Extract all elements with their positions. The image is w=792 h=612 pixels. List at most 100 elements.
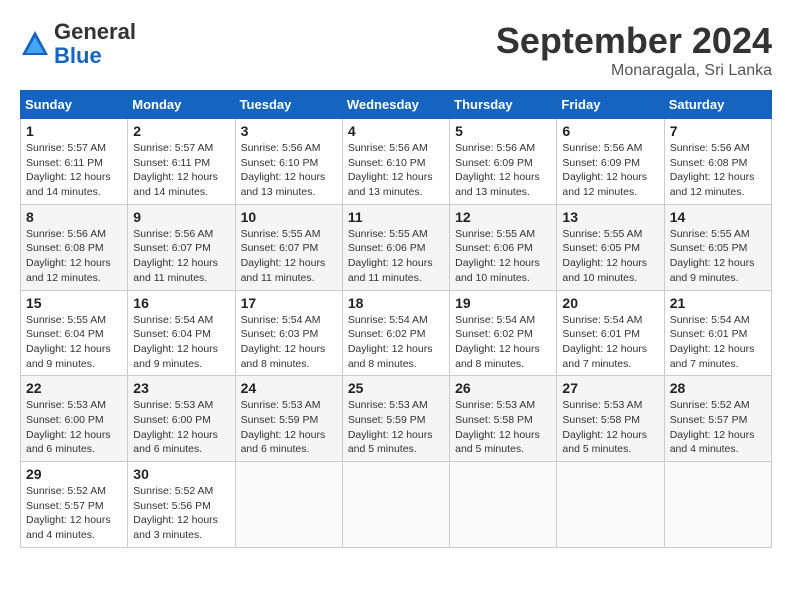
day-info: Sunrise: 5:56 AMSunset: 6:08 PMDaylight:… [26, 227, 122, 286]
day-number: 8 [26, 209, 122, 225]
day-number: 27 [562, 380, 658, 396]
calendar-cell: 30 Sunrise: 5:52 AMSunset: 5:56 PMDayligh… [128, 462, 235, 548]
weekday-header-wednesday: Wednesday [342, 91, 449, 119]
weekday-header-sunday: Sunday [21, 91, 128, 119]
day-number: 4 [348, 123, 444, 139]
logo-line2: Blue [54, 44, 136, 68]
calendar-cell: 14 Sunrise: 5:55 AMSunset: 6:05 PMDayligh… [664, 204, 771, 290]
day-info: Sunrise: 5:54 AMSunset: 6:03 PMDaylight:… [241, 313, 337, 372]
day-info: Sunrise: 5:56 AMSunset: 6:07 PMDaylight:… [133, 227, 229, 286]
day-info: Sunrise: 5:53 AMSunset: 5:58 PMDaylight:… [455, 398, 551, 457]
logo-icon [20, 29, 50, 59]
calendar-cell: 23 Sunrise: 5:53 AMSunset: 6:00 PMDayligh… [128, 376, 235, 462]
calendar-week-4: 22 Sunrise: 5:53 AMSunset: 6:00 PMDayligh… [21, 376, 772, 462]
title-area: September 2024 Monaragala, Sri Lanka [496, 20, 772, 80]
calendar-cell: 16 Sunrise: 5:54 AMSunset: 6:04 PMDayligh… [128, 290, 235, 376]
calendar-cell: 22Sunrise: 5:53 AMSunset: 6:00 PMDayligh… [21, 376, 128, 462]
weekday-header-monday: Monday [128, 91, 235, 119]
weekday-header-tuesday: Tuesday [235, 91, 342, 119]
day-number: 6 [562, 123, 658, 139]
logo-line1: General [54, 20, 136, 44]
day-info: Sunrise: 5:55 AMSunset: 6:06 PMDaylight:… [348, 227, 444, 286]
weekday-header-friday: Friday [557, 91, 664, 119]
day-number: 17 [241, 295, 337, 311]
day-info: Sunrise: 5:56 AMSunset: 6:10 PMDaylight:… [348, 141, 444, 200]
day-info: Sunrise: 5:55 AMSunset: 6:07 PMDaylight:… [241, 227, 337, 286]
day-number: 23 [133, 380, 229, 396]
day-info: Sunrise: 5:53 AMSunset: 5:59 PMDaylight:… [241, 398, 337, 457]
calendar-cell: 15 Sunrise: 5:55 AMSunset: 6:04 PMDayligh… [21, 290, 128, 376]
calendar-table: SundayMondayTuesdayWednesdayThursdayFrid… [20, 90, 772, 548]
calendar-cell: 2 Sunrise: 5:57 AMSunset: 6:11 PMDaylight… [128, 119, 235, 205]
day-info: Sunrise: 5:56 AMSunset: 6:09 PMDaylight:… [562, 141, 658, 200]
calendar-cell: 5 Sunrise: 5:56 AMSunset: 6:09 PMDaylight… [450, 119, 557, 205]
calendar-cell [235, 462, 342, 548]
day-info: Sunrise: 5:53 AMSunset: 5:58 PMDaylight:… [562, 398, 658, 457]
month-title: September 2024 [496, 20, 772, 62]
calendar-cell: 11 Sunrise: 5:55 AMSunset: 6:06 PMDayligh… [342, 204, 449, 290]
day-number: 20 [562, 295, 658, 311]
day-number: 12 [455, 209, 551, 225]
day-info: Sunrise: 5:56 AMSunset: 6:09 PMDaylight:… [455, 141, 551, 200]
calendar-cell: 26 Sunrise: 5:53 AMSunset: 5:58 PMDayligh… [450, 376, 557, 462]
day-number: 26 [455, 380, 551, 396]
day-number: 11 [348, 209, 444, 225]
calendar-cell: 27 Sunrise: 5:53 AMSunset: 5:58 PMDayligh… [557, 376, 664, 462]
day-number: 14 [670, 209, 766, 225]
day-info: Sunrise: 5:54 AMSunset: 6:01 PMDaylight:… [562, 313, 658, 372]
day-number: 22 [26, 380, 122, 396]
day-number: 13 [562, 209, 658, 225]
day-number: 30 [133, 466, 229, 482]
day-number: 28 [670, 380, 766, 396]
day-number: 10 [241, 209, 337, 225]
calendar-week-3: 15 Sunrise: 5:55 AMSunset: 6:04 PMDayligh… [21, 290, 772, 376]
calendar-cell [557, 462, 664, 548]
calendar-cell: 28Sunrise: 5:52 AMSunset: 5:57 PMDayligh… [664, 376, 771, 462]
day-number: 5 [455, 123, 551, 139]
day-number: 15 [26, 295, 122, 311]
page-header: General Blue September 2024 Monaragala, … [20, 20, 772, 80]
weekday-header-saturday: Saturday [664, 91, 771, 119]
calendar-cell: 1Sunrise: 5:57 AMSunset: 6:11 PMDaylight… [21, 119, 128, 205]
day-info: Sunrise: 5:54 AMSunset: 6:02 PMDaylight:… [455, 313, 551, 372]
calendar-cell: 19 Sunrise: 5:54 AMSunset: 6:02 PMDayligh… [450, 290, 557, 376]
calendar-cell [664, 462, 771, 548]
day-info: Sunrise: 5:54 AMSunset: 6:04 PMDaylight:… [133, 313, 229, 372]
day-info: Sunrise: 5:54 AMSunset: 6:02 PMDaylight:… [348, 313, 444, 372]
day-info: Sunrise: 5:53 AMSunset: 6:00 PMDaylight:… [133, 398, 229, 457]
calendar-cell: 10 Sunrise: 5:55 AMSunset: 6:07 PMDayligh… [235, 204, 342, 290]
day-info: Sunrise: 5:55 AMSunset: 6:05 PMDaylight:… [670, 227, 766, 286]
day-number: 19 [455, 295, 551, 311]
calendar-cell: 21Sunrise: 5:54 AMSunset: 6:01 PMDayligh… [664, 290, 771, 376]
calendar-cell: 24Sunrise: 5:53 AMSunset: 5:59 PMDayligh… [235, 376, 342, 462]
calendar-cell: 12 Sunrise: 5:55 AMSunset: 6:06 PMDayligh… [450, 204, 557, 290]
day-info: Sunrise: 5:52 AMSunset: 5:56 PMDaylight:… [133, 484, 229, 543]
calendar-cell: 3Sunrise: 5:56 AMSunset: 6:10 PMDaylight… [235, 119, 342, 205]
calendar-cell: 6 Sunrise: 5:56 AMSunset: 6:09 PMDaylight… [557, 119, 664, 205]
calendar-cell: 13 Sunrise: 5:55 AMSunset: 6:05 PMDayligh… [557, 204, 664, 290]
calendar-cell [342, 462, 449, 548]
calendar-week-2: 8 Sunrise: 5:56 AMSunset: 6:08 PMDaylight… [21, 204, 772, 290]
logo: General Blue [20, 20, 136, 68]
day-info: Sunrise: 5:57 AMSunset: 6:11 PMDaylight:… [133, 141, 229, 200]
day-info: Sunrise: 5:55 AMSunset: 6:04 PMDaylight:… [26, 313, 122, 372]
calendar-week-1: 1Sunrise: 5:57 AMSunset: 6:11 PMDaylight… [21, 119, 772, 205]
day-number: 9 [133, 209, 229, 225]
day-number: 25 [348, 380, 444, 396]
day-info: Sunrise: 5:56 AMSunset: 6:10 PMDaylight:… [241, 141, 337, 200]
calendar-cell: 4 Sunrise: 5:56 AMSunset: 6:10 PMDaylight… [342, 119, 449, 205]
day-info: Sunrise: 5:55 AMSunset: 6:05 PMDaylight:… [562, 227, 658, 286]
location-title: Monaragala, Sri Lanka [496, 62, 772, 80]
calendar-cell [450, 462, 557, 548]
calendar-cell: 29 Sunrise: 5:52 AMSunset: 5:57 PMDayligh… [21, 462, 128, 548]
day-info: Sunrise: 5:52 AMSunset: 5:57 PMDaylight:… [26, 484, 122, 543]
day-number: 21 [670, 295, 766, 311]
day-info: Sunrise: 5:53 AMSunset: 5:59 PMDaylight:… [348, 398, 444, 457]
calendar-cell: 8 Sunrise: 5:56 AMSunset: 6:08 PMDaylight… [21, 204, 128, 290]
day-number: 2 [133, 123, 229, 139]
day-number: 16 [133, 295, 229, 311]
calendar-cell: 7Sunrise: 5:56 AMSunset: 6:08 PMDaylight… [664, 119, 771, 205]
day-number: 29 [26, 466, 122, 482]
calendar-header-row: SundayMondayTuesdayWednesdayThursdayFrid… [21, 91, 772, 119]
day-info: Sunrise: 5:55 AMSunset: 6:06 PMDaylight:… [455, 227, 551, 286]
